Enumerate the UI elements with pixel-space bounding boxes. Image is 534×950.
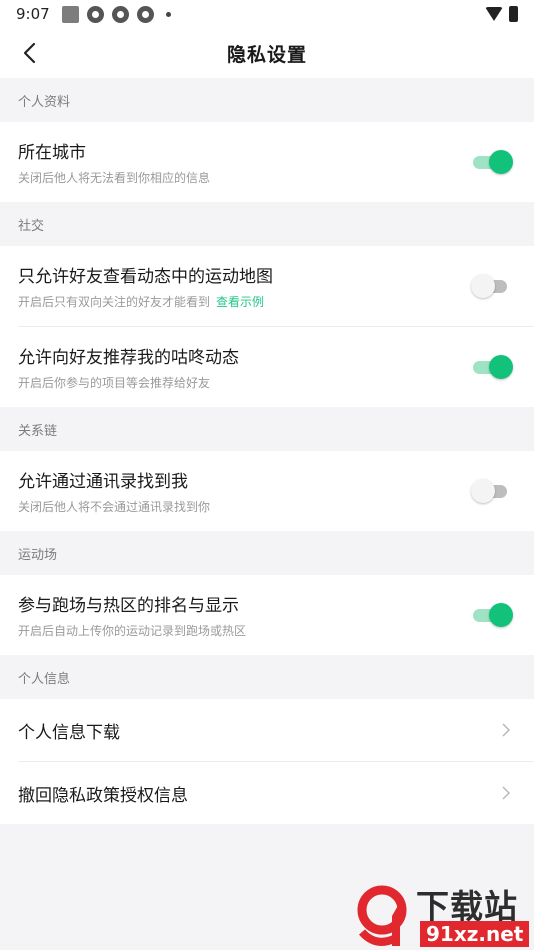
city-visibility-toggle[interactable] <box>471 149 513 175</box>
section-label-relations: 关系链 <box>18 423 58 439</box>
row-title: 允许向好友推荐我的咕咚动态 <box>18 348 239 368</box>
find-by-contacts-row: 允许通过通讯录找到我 关闭后他人将不会通过通讯录找到你 <box>0 451 534 531</box>
chevron-right-icon <box>502 786 510 800</box>
row-description: 关闭后他人将无法看到你相应的信息 <box>18 171 211 185</box>
app-header: 隐私设置 <box>0 28 534 78</box>
watermark-logo-icon <box>357 885 407 946</box>
revoke-authorization-row[interactable]: 撤回隐私政策授权信息 <box>0 762 534 824</box>
row-description: 关闭后他人将不会通过通讯录找到你 <box>18 500 211 514</box>
section-label-social: 社交 <box>18 218 45 234</box>
status-bar: 9:07 <box>0 0 534 28</box>
status-time: 9:07 <box>16 5 50 23</box>
row-title: 所在城市 <box>18 143 86 163</box>
relations-group: 允许通过通讯录找到我 关闭后他人将不会通过通讯录找到你 <box>0 451 534 531</box>
info-download-row[interactable]: 个人信息下载 <box>0 699 534 761</box>
personal-info-group: 个人信息下载 撤回隐私政策授权信息 <box>0 699 534 824</box>
view-example-link[interactable]: 查看示例 <box>216 295 264 309</box>
row-description: 开启后你参与的项目等会推荐给好友 <box>18 376 211 390</box>
section-label-profile: 个人资料 <box>18 94 71 110</box>
wifi-icon <box>485 7 503 21</box>
profile-group: 所在城市 关闭后他人将无法看到你相应的信息 <box>0 122 534 202</box>
social-group: 只允许好友查看动态中的运动地图 开启后只有双向关注的好友才能看到 查看示例 允许向… <box>0 246 534 407</box>
sports-group: 参与跑场与热区的排名与显示 开启后自动上传你的运动记录到跑场或热区 <box>0 575 534 655</box>
more-notifications-icon <box>165 11 171 17</box>
row-title: 参与跑场与热区的排名与显示 <box>18 596 239 616</box>
row-title: 允许通过通讯录找到我 <box>18 472 188 492</box>
page-title: 隐私设置 <box>226 43 307 66</box>
recommend-to-friends-toggle[interactable] <box>471 354 513 380</box>
row-title: 撤回隐私政策授权信息 <box>18 785 188 806</box>
watermark: 下载站 91xz.net <box>356 880 534 950</box>
notification-sync-icon <box>111 5 129 23</box>
battery-icon <box>509 6 518 22</box>
friends-only-map-row: 只允许好友查看动态中的运动地图 开启后只有双向关注的好友才能看到 查看示例 <box>0 246 534 326</box>
back-arrow-icon <box>23 42 36 64</box>
ranking-display-row: 参与跑场与热区的排名与显示 开启后自动上传你的运动记录到跑场或热区 <box>0 575 534 655</box>
notification-app-icon <box>61 5 79 23</box>
watermark-url: 91xz.net <box>420 921 530 947</box>
row-description: 开启后只有双向关注的好友才能看到 <box>18 295 211 309</box>
find-by-contacts-toggle[interactable] <box>471 478 513 504</box>
back-button[interactable] <box>14 38 44 68</box>
notification-sync-icon <box>136 5 154 23</box>
chevron-right-icon <box>502 723 510 737</box>
city-visibility-row: 所在城市 关闭后他人将无法看到你相应的信息 <box>0 122 534 202</box>
section-label-personal-info: 个人信息 <box>18 671 71 687</box>
row-title: 只允许好友查看动态中的运动地图 <box>18 267 273 287</box>
row-description: 开启后自动上传你的运动记录到跑场或热区 <box>18 624 247 638</box>
ranking-display-toggle[interactable] <box>471 602 513 628</box>
friends-only-map-toggle[interactable] <box>471 273 513 299</box>
notification-sync-icon <box>86 5 104 23</box>
recommend-to-friends-row: 允许向好友推荐我的咕咚动态 开启后你参与的项目等会推荐给好友 <box>0 327 534 407</box>
section-label-sports: 运动场 <box>18 547 58 563</box>
row-title: 个人信息下载 <box>18 722 120 743</box>
